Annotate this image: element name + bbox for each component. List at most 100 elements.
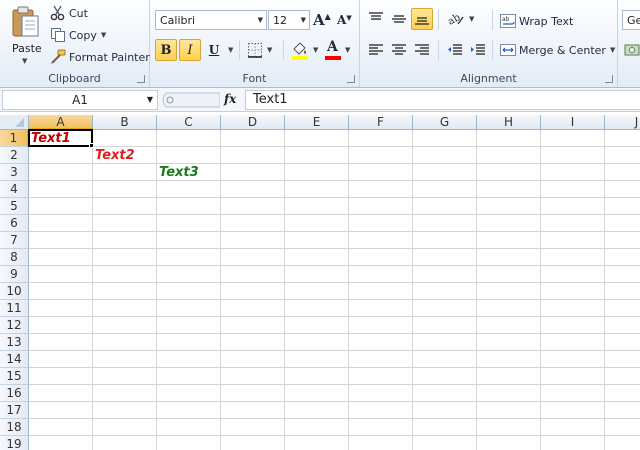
row-header-14[interactable]: 14: [0, 351, 29, 368]
ribbon: Paste ▼ Cut Copy ▼ Format Painter Clipbo…: [0, 0, 640, 88]
accounting-icon: [624, 44, 640, 56]
row-header-16[interactable]: 16: [0, 385, 29, 402]
cut-label: Cut: [69, 6, 88, 20]
column-header-d[interactable]: D: [221, 115, 285, 130]
align-middle-button[interactable]: [388, 8, 410, 30]
number-format-value: Ge: [627, 13, 640, 27]
italic-button[interactable]: I: [179, 39, 201, 61]
grow-font-button[interactable]: A ▲: [313, 11, 331, 29]
cut-button[interactable]: Cut: [50, 5, 88, 21]
chevron-down-icon[interactable]: ▼: [147, 91, 153, 109]
align-left-button[interactable]: [365, 39, 387, 61]
row-header-13[interactable]: 13: [0, 334, 29, 351]
number-format-combo[interactable]: Ge: [622, 10, 640, 30]
row-header-15[interactable]: 15: [0, 368, 29, 385]
cell-b2[interactable]: Text2: [93, 147, 135, 164]
dialog-launcher-icon[interactable]: [347, 75, 355, 83]
row-header-6[interactable]: 6: [0, 215, 29, 232]
row-header-17[interactable]: 17: [0, 402, 29, 419]
format-painter-button[interactable]: Format Painter: [50, 49, 150, 65]
font-color-bar: [325, 56, 341, 60]
row-header-19[interactable]: 19: [0, 436, 29, 450]
row-header-5[interactable]: 5: [0, 198, 29, 215]
column-header-g[interactable]: G: [413, 115, 477, 130]
row-header-18[interactable]: 18: [0, 419, 29, 436]
copy-icon: [51, 28, 65, 42]
row-header-10[interactable]: 10: [0, 283, 29, 300]
spreadsheet-grid: A B C D E F G H I J 1 2 3 4 5 6 7 8 9 10 11 12 13 14 15 16 17 18 19 T…: [0, 115, 640, 450]
formula-input[interactable]: Text1: [245, 90, 640, 110]
underline-button[interactable]: U: [203, 39, 225, 61]
paste-label: Paste: [12, 42, 42, 55]
insert-function-button[interactable]: fx: [224, 92, 236, 106]
column-header-h[interactable]: H: [477, 115, 541, 130]
name-box[interactable]: A1 ▼: [2, 90, 158, 110]
align-right-button[interactable]: [411, 39, 433, 61]
chevron-down-icon: ▼: [345, 46, 351, 54]
align-top-button[interactable]: [365, 8, 387, 30]
alignment-group-label: Alignment: [460, 72, 517, 85]
bold-button[interactable]: B: [155, 39, 177, 61]
row-header-7[interactable]: 7: [0, 232, 29, 249]
borders-button[interactable]: ▼: [247, 42, 272, 58]
column-header-a[interactable]: A: [29, 115, 93, 130]
align-top-icon: [369, 12, 383, 20]
svg-text:ab: ab: [447, 12, 462, 26]
shrink-font-button[interactable]: A ▼: [337, 13, 352, 28]
row-header-2[interactable]: 2: [0, 147, 29, 164]
scissors-icon: [50, 5, 65, 21]
fill-handle[interactable]: [89, 143, 94, 148]
paint-bucket-icon: [292, 42, 308, 60]
bold-icon: B: [160, 42, 172, 58]
paste-button[interactable]: Paste ▼: [2, 2, 44, 65]
font-name-combo[interactable]: Calibri ▼: [155, 10, 267, 30]
merge-center-button[interactable]: Merge & Center ▼: [500, 42, 615, 58]
font-group: Calibri ▼ 12 ▼ A ▲ A ▼ B I U ▼ ▼ ▼ A ▼ F…: [150, 0, 360, 87]
row-header-11[interactable]: 11: [0, 300, 29, 317]
font-size-combo[interactable]: 12 ▼: [268, 10, 310, 30]
align-bottom-button[interactable]: [411, 8, 433, 30]
font-color-letter: A: [327, 39, 338, 55]
select-all-corner[interactable]: [0, 115, 29, 130]
select-all-triangle-icon: [15, 118, 24, 127]
arrow-up-icon: ▲: [324, 11, 331, 21]
divider: [283, 40, 284, 60]
chevron-down-icon[interactable]: ▼: [228, 46, 233, 54]
copy-button[interactable]: Copy ▼: [50, 27, 106, 43]
underline-icon: U: [208, 43, 220, 57]
column-header-e[interactable]: E: [285, 115, 349, 130]
decrease-indent-button[interactable]: [444, 39, 466, 61]
row-header-9[interactable]: 9: [0, 266, 29, 283]
number-group: Ge: [618, 0, 640, 87]
column-header-f[interactable]: F: [349, 115, 413, 130]
column-header-c[interactable]: C: [157, 115, 221, 130]
increase-indent-button[interactable]: [467, 39, 489, 61]
dialog-launcher-icon[interactable]: [605, 75, 613, 83]
orientation-button[interactable]: ab ▼: [447, 12, 474, 26]
align-left-icon: [369, 44, 383, 55]
column-header-i[interactable]: I: [541, 115, 605, 130]
column-header-b[interactable]: B: [93, 115, 157, 130]
column-header-j[interactable]: J: [605, 115, 640, 130]
clipboard-group: Paste ▼ Cut Copy ▼ Format Painter Clipbo…: [0, 0, 150, 87]
fill-color-button[interactable]: ▼: [291, 40, 318, 60]
grow-font-icon: A: [313, 11, 325, 29]
format-painter-label: Format Painter: [69, 50, 150, 64]
formula-tools: fx: [160, 90, 242, 110]
accounting-format-button[interactable]: [624, 42, 640, 58]
wrap-text-button[interactable]: ab Wrap Text: [500, 13, 573, 29]
dialog-launcher-icon[interactable]: [137, 75, 145, 83]
row-header-3[interactable]: 3: [0, 164, 29, 181]
cell-c3[interactable]: Text3: [157, 164, 199, 181]
align-center-button[interactable]: [388, 39, 410, 61]
cell-area[interactable]: [29, 130, 640, 450]
row-header-8[interactable]: 8: [0, 249, 29, 266]
font-color-button[interactable]: A ▼: [325, 39, 351, 60]
borders-icon: [248, 43, 262, 58]
formula-handle-icon[interactable]: [160, 90, 220, 110]
paste-icon: [12, 6, 39, 37]
row-header-4[interactable]: 4: [0, 181, 29, 198]
row-header-1[interactable]: 1: [0, 130, 29, 147]
alignment-group: ab ▼ ab Wrap Text Merge & Center ▼ Align…: [360, 0, 618, 87]
row-header-12[interactable]: 12: [0, 317, 29, 334]
